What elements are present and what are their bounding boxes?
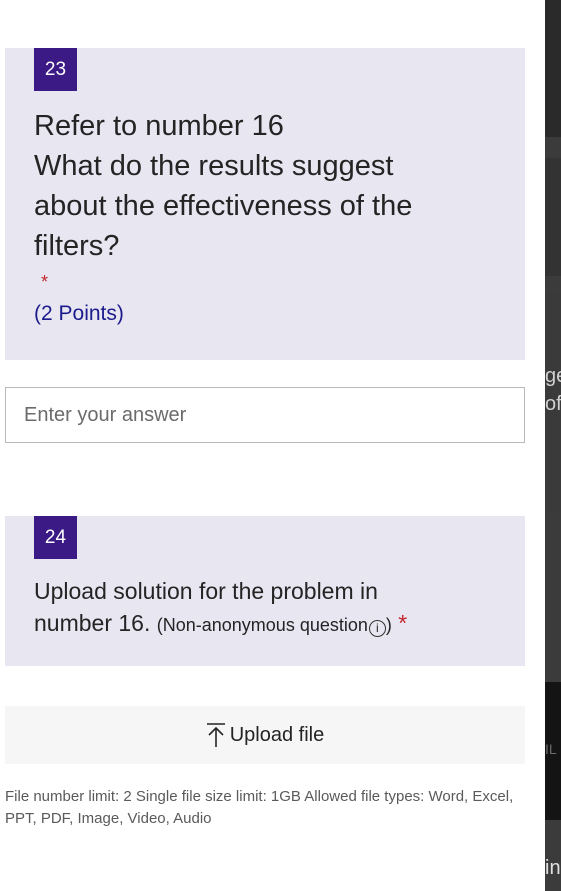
question-title-line: number 16. (Non-anonymous question i) * [34,607,514,641]
question-title-line: about the effectiveness of the [34,190,413,222]
question-23-card: 23 Refer to number 16 What do the result… [5,48,525,360]
edge-text: of [545,393,561,415]
edge-band [545,158,561,276]
edge-text: in [545,857,561,879]
info-icon[interactable]: i [368,620,386,637]
question-title-text: number 16. [34,610,151,636]
question-title-line: filters? [34,230,120,262]
required-asterisk: * [41,272,49,292]
upload-file-label: Upload file [229,723,325,746]
form-column: 23 Refer to number 16 What do the result… [0,0,545,891]
upload-icon [206,723,225,747]
question-number-badge: 24 [34,516,77,559]
points-label: (2 Points) [34,302,124,325]
question-title-line: What do the results suggest [34,150,394,182]
upload-limits-text: File number limit: 2 Single file size li… [5,788,514,827]
answer-input[interactable] [5,387,525,443]
question-number-badge: 23 [34,48,77,91]
adjacent-panel-edge: ge of IL in [545,0,561,891]
required-asterisk: * [398,610,408,636]
question-title: Refer to number 16 What do the results s… [34,106,504,266]
question-24-card: 24 Upload solution for the problem in nu… [5,516,525,666]
non-anonymous-note: (Non-anonymous question [156,615,368,635]
question-title-line: Refer to number 16 [34,110,284,142]
question-title: Upload solution for the problem in numbe… [34,575,514,641]
edge-text: ge [545,365,561,387]
edge-band [545,0,561,137]
edge-text: IL [545,741,557,757]
upload-file-button[interactable]: Upload file [5,706,525,764]
note-close-paren: ) [385,615,392,635]
question-title-line: Upload solution for the problem in [34,578,378,604]
